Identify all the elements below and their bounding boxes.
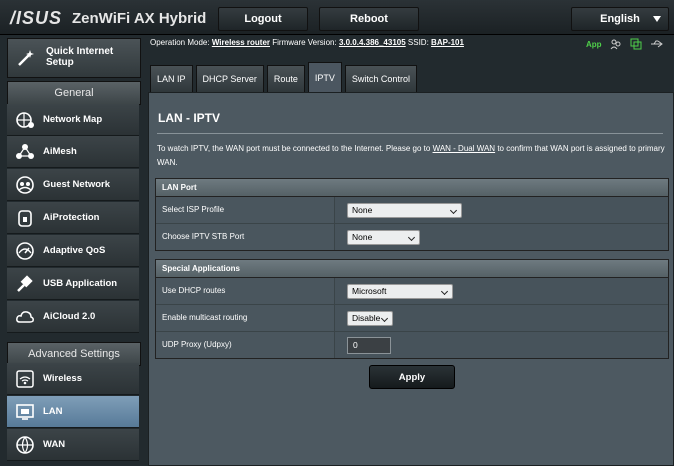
op-mode-label: Operation Mode:	[150, 38, 210, 47]
quick-internet-setup-button[interactable]: Quick Internet Setup	[7, 38, 141, 78]
sidebar-item-label: LAN	[43, 406, 63, 417]
sidebar-item-label: Guest Network	[43, 179, 111, 190]
multicast-value: Disable	[352, 313, 381, 323]
multicast-select[interactable]: Disable	[347, 310, 393, 326]
sidebar-item-adaptive-qos[interactable]: Adaptive QoS	[7, 235, 139, 267]
wifi-icon	[16, 369, 34, 388]
page-title: LAN - IPTV	[158, 111, 220, 125]
firmware-link[interactable]: 3.0.0.4.386_43105	[339, 38, 406, 47]
sidebar-item-label: WAN	[43, 439, 66, 450]
tab-lan-ip[interactable]: LAN IP	[150, 65, 193, 92]
top-bar: /ISUS ZenWiFi AX Hybrid Logout Reboot En…	[0, 0, 674, 35]
caret-down-icon	[653, 16, 661, 22]
lock-shield-icon	[18, 209, 32, 227]
isp-profile-value: None	[352, 205, 373, 215]
language-select[interactable]: English	[571, 7, 669, 31]
multicast-label: Enable multicast routing	[156, 305, 335, 331]
logout-button[interactable]: Logout	[218, 7, 308, 31]
table-row: Choose IPTV STB Port None	[156, 224, 668, 250]
content-panel: LAN - IPTV To watch IPTV, the WAN port m…	[148, 92, 674, 466]
quick-setup-label-line1: Quick Internet	[46, 46, 114, 57]
language-value: English	[600, 13, 640, 25]
sidebar-item-network-map[interactable]: Network Map	[7, 104, 139, 136]
sidebar-item-usb-application[interactable]: USB Application	[7, 268, 139, 300]
usb-icon	[17, 274, 33, 292]
asus-logo: /ISUS	[10, 7, 63, 28]
sidebar-item-label: Network Map	[43, 114, 103, 125]
ssid-label: SSID:	[407, 38, 429, 47]
sidebar-item-aimesh[interactable]: AiMesh	[7, 136, 139, 168]
chevron-down-icon	[380, 314, 389, 322]
lan-port-table: LAN Port Select ISP Profile None Choose …	[155, 178, 669, 251]
table-row: Select ISP Profile None	[156, 197, 668, 224]
tab-bar: LAN IP DHCP Server Route IPTV Switch Con…	[150, 62, 420, 92]
globe-network-icon	[16, 111, 34, 128]
op-mode-link[interactable]: Wireless router	[212, 38, 270, 47]
sidebar-item-label: USB Application	[43, 278, 118, 289]
lan-port-heading: LAN Port	[156, 179, 668, 197]
dhcp-routes-select[interactable]: Microsoft	[347, 283, 453, 299]
usb-status-icon[interactable]	[650, 38, 664, 50]
ssid-link[interactable]: BAP-101	[431, 38, 464, 47]
quick-setup-label-line2: Setup	[46, 57, 74, 68]
apply-button[interactable]: Apply	[369, 365, 455, 389]
sidebar-item-wireless[interactable]: Wireless	[7, 363, 139, 395]
gauge-icon	[16, 241, 34, 260]
cloud-icon	[16, 310, 34, 323]
sidebar-item-lan[interactable]: LAN	[7, 396, 139, 428]
mesh-icon	[16, 143, 34, 159]
table-row: Enable multicast routing Disable	[156, 305, 668, 332]
app-link[interactable]: App	[586, 40, 602, 49]
sidebar-item-label: AiProtection	[43, 212, 100, 223]
isp-profile-select[interactable]: None	[347, 202, 462, 218]
special-applications-table: Special Applications Use DHCP routes Mic…	[155, 259, 669, 359]
sidebar-item-label: AiMesh	[43, 146, 77, 157]
tab-iptv[interactable]: IPTV	[307, 62, 342, 92]
isp-profile-label: Select ISP Profile	[156, 197, 335, 223]
table-row: UDP Proxy (Udpxy) 0	[156, 332, 668, 358]
model-name: ZenWiFi AX Hybrid	[72, 9, 207, 27]
lan-icon	[16, 403, 34, 420]
brand: /ISUS ZenWiFi AX Hybrid	[10, 7, 206, 29]
chevron-down-icon	[449, 206, 458, 214]
wan-dual-wan-link[interactable]: WAN - Dual WAN	[433, 144, 496, 153]
sidebar-item-label: AiCloud 2.0	[43, 311, 96, 322]
globe-icon	[16, 435, 34, 454]
general-heading: General	[7, 81, 141, 105]
wand-icon	[18, 50, 34, 66]
udpxy-label: UDP Proxy (Udpxy)	[156, 332, 335, 358]
stb-port-select[interactable]: None	[347, 229, 420, 245]
chevron-down-icon	[440, 287, 449, 295]
users-icon[interactable]	[610, 38, 622, 50]
title-divider	[157, 133, 663, 134]
page-description: To watch IPTV, the WAN port must be conn…	[157, 142, 665, 170]
sidebar: Quick Internet Setup General Network Map…	[0, 35, 141, 464]
guest-network-icon	[16, 175, 34, 194]
sidebar-item-guest-network[interactable]: Guest Network	[7, 169, 139, 201]
table-row: Use DHCP routes Microsoft	[156, 278, 668, 305]
sidebar-item-aiprotection[interactable]: AiProtection	[7, 202, 139, 234]
chevron-down-icon	[407, 233, 416, 241]
reboot-button[interactable]: Reboot	[319, 7, 419, 31]
tab-switch-control[interactable]: Switch Control	[344, 65, 417, 92]
dhcp-routes-value: Microsoft	[352, 286, 387, 296]
udpxy-input[interactable]: 0	[347, 336, 391, 354]
tab-dhcp-server[interactable]: DHCP Server	[195, 65, 264, 92]
sidebar-item-label: Adaptive QoS	[43, 245, 106, 256]
dhcp-routes-label: Use DHCP routes	[156, 278, 335, 304]
sidebar-item-aicloud[interactable]: AiCloud 2.0	[7, 301, 139, 333]
sidebar-item-wan[interactable]: WAN	[7, 429, 139, 461]
stb-port-value: None	[352, 232, 373, 242]
tab-route[interactable]: Route	[266, 65, 305, 92]
copy-icon[interactable]	[630, 38, 642, 50]
firmware-label: Firmware Version:	[272, 38, 337, 47]
status-bar: Operation Mode: Wireless router Firmware…	[150, 38, 670, 54]
sidebar-item-label: Wireless	[43, 373, 82, 384]
stb-port-label: Choose IPTV STB Port	[156, 224, 335, 250]
description-text: To watch IPTV, the WAN port must be conn…	[157, 144, 433, 153]
special-applications-heading: Special Applications	[156, 260, 668, 278]
